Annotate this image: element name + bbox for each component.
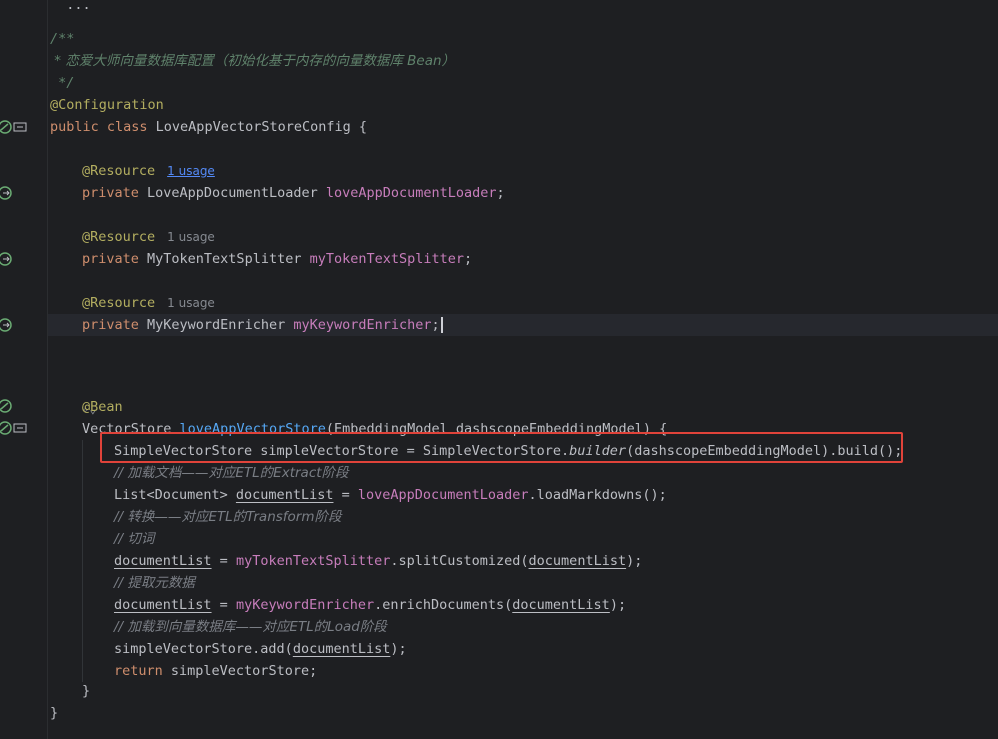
code-line: // 转换——对应ETL的Transform阶段 xyxy=(114,509,342,525)
code-line: private LoveAppDocumentLoader loveAppDoc… xyxy=(82,185,505,201)
code-line: /** xyxy=(50,31,75,47)
code-line: } xyxy=(82,683,91,699)
text-caret xyxy=(440,317,443,333)
implementation-icon[interactable] xyxy=(13,421,27,435)
code-line: @Resource 1 usage xyxy=(82,163,215,179)
code-line: } xyxy=(50,705,59,721)
code-line: @Bean xyxy=(82,399,123,415)
usages-link[interactable]: 1 usage xyxy=(167,164,215,178)
code-line: // 加载到向量数据库——对应ETL的Load阶段 xyxy=(114,619,387,635)
code-line: * 恋爱大师向量数据库配置（初始化基于内存的向量数据库 Bean） xyxy=(50,53,456,69)
spring-bean-icon[interactable] xyxy=(0,120,12,134)
code-line: // 提取元数据 xyxy=(114,575,195,591)
spring-bean-icon[interactable] xyxy=(0,421,12,435)
editor-gutter xyxy=(0,0,47,739)
code-line: @Resource 1 usage xyxy=(82,295,215,311)
code-line: // 加载文档——对应ETL的Extract阶段 xyxy=(114,465,349,481)
current-code-line: private MyKeywordEnricher myKeywordEnric… xyxy=(48,314,998,336)
code-line: private MyTokenTextSplitter myTokenTextS… xyxy=(82,251,473,267)
usages-hint[interactable]: 1 usage xyxy=(167,296,215,310)
highlight-annotation-box xyxy=(100,432,903,463)
code-line: // 切词 xyxy=(114,531,155,547)
code-line: @Configuration xyxy=(50,97,164,113)
code-line: @Resource 1 usage xyxy=(82,229,215,245)
code-line: ... xyxy=(50,0,91,13)
implementation-icon[interactable] xyxy=(13,120,27,134)
spring-bean-icon[interactable] xyxy=(0,399,12,413)
code-line: return simpleVectorStore; xyxy=(114,663,318,679)
code-line: documentList = myKeywordEnricher.enrichD… xyxy=(114,597,627,613)
code-line: List<Document> documentList = loveAppDoc… xyxy=(114,487,667,503)
code-line: simpleVectorStore.add(documentList); xyxy=(114,641,407,657)
code-line: */ xyxy=(50,75,75,91)
code-editor[interactable]: ... /** * 恋爱大师向量数据库配置（初始化基于内存的向量数据库 Bean… xyxy=(48,0,998,739)
autowired-icon[interactable] xyxy=(0,252,12,266)
code-line: public class LoveAppVectorStoreConfig { xyxy=(50,119,367,135)
code-line: documentList = myTokenTextSplitter.split… xyxy=(114,553,643,569)
autowired-icon[interactable] xyxy=(0,318,12,332)
code-line: ✧⌄ xyxy=(48,376,998,416)
autowired-icon[interactable] xyxy=(0,186,12,200)
usages-hint[interactable]: 1 usage xyxy=(167,230,215,244)
